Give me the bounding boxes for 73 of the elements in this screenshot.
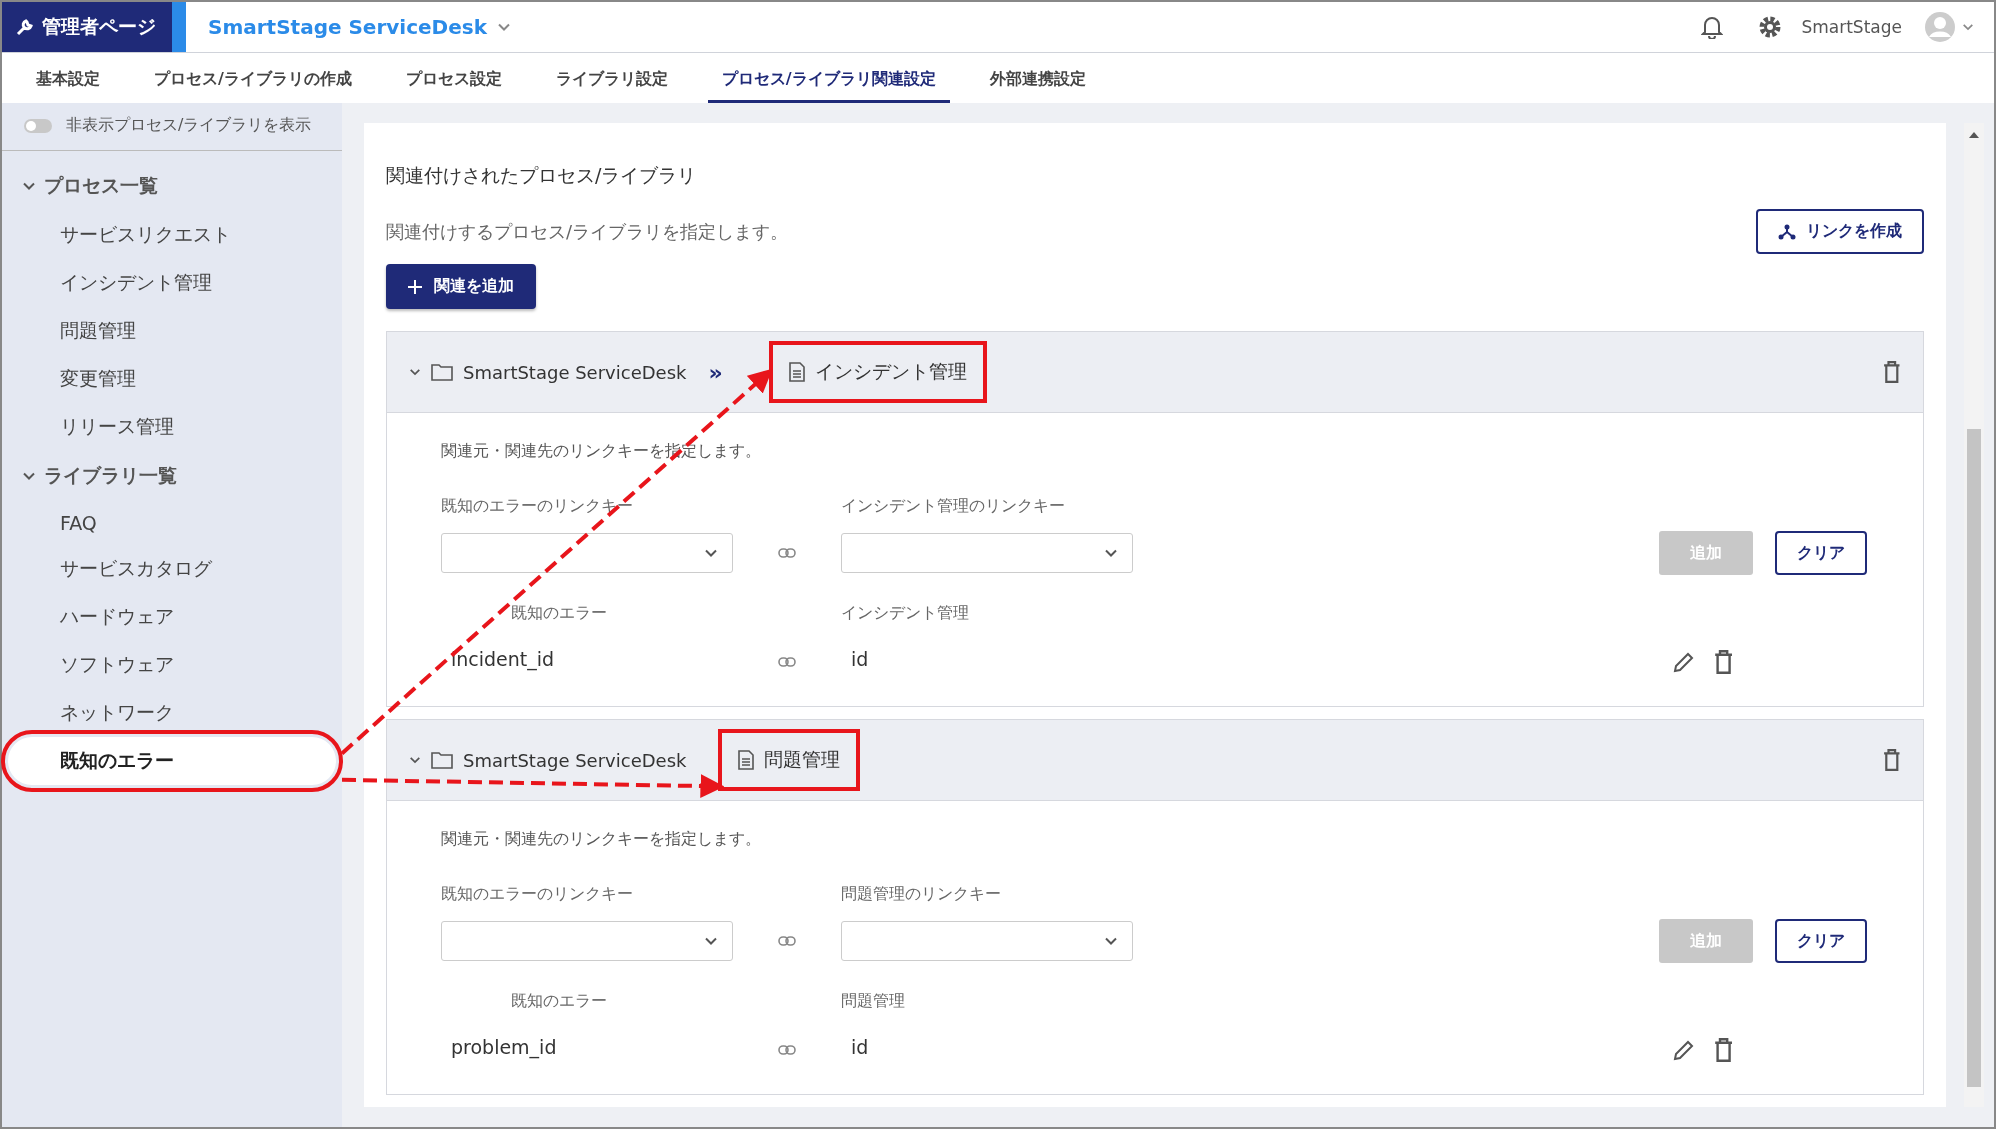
toggle-label: 非表示プロセス/ライブラリを表示 xyxy=(66,115,312,136)
target-name: 問題管理 xyxy=(722,733,857,787)
bell-icon[interactable] xyxy=(1701,15,1724,39)
sidebar-item[interactable]: FAQ xyxy=(8,501,336,545)
chain-link-icon xyxy=(778,936,796,946)
trash-icon[interactable] xyxy=(1713,650,1733,674)
field-label: インシデント管理のリンクキー xyxy=(841,496,1066,517)
field-label: 問題管理のリンクキー xyxy=(841,884,1002,905)
column-label: 問題管理 xyxy=(841,991,906,1012)
branch-icon xyxy=(1778,222,1796,241)
relation-note: 関連元・関連先のリンクキーを指定します。 xyxy=(441,829,762,850)
collapse-toggle[interactable] xyxy=(409,366,421,378)
accent-strip xyxy=(172,2,186,52)
clear-button[interactable]: クリア xyxy=(1775,531,1867,575)
chevron-down-icon xyxy=(409,754,421,766)
trash-icon[interactable] xyxy=(1883,361,1901,383)
sidebar-item[interactable]: インシデント管理 xyxy=(8,259,336,307)
link-key-value: id xyxy=(850,647,870,672)
separator: » xyxy=(708,359,723,385)
source-name: SmartStage ServiceDesk xyxy=(463,361,687,383)
settings-tab[interactable]: 基本設定 xyxy=(22,69,114,103)
app-title-dropdown[interactable]: SmartStage ServiceDesk xyxy=(208,15,511,39)
admin-page-label[interactable]: 管理者ページ xyxy=(2,2,172,52)
folder-icon xyxy=(431,751,453,769)
scroll-bar[interactable] xyxy=(1964,123,1984,1107)
sidebar-item[interactable]: ソフトウェア xyxy=(8,641,336,689)
trash-icon[interactable] xyxy=(1713,1038,1733,1062)
sidebar-item[interactable]: 問題管理 xyxy=(8,307,336,355)
settings-tab[interactable]: ライブラリ設定 xyxy=(541,69,682,103)
document-icon xyxy=(788,362,805,382)
document-icon xyxy=(738,750,755,770)
group-header[interactable]: プロセス一覧 xyxy=(2,161,342,211)
settings-tab[interactable]: プロセス/ライブラリの作成 xyxy=(140,69,366,103)
link-key-value: problem_id xyxy=(450,1035,558,1061)
group-header[interactable]: ライブラリ一覧 xyxy=(2,451,342,501)
sidebar-item[interactable]: 変更管理 xyxy=(8,355,336,403)
sidebar-item[interactable]: ネットワーク xyxy=(8,689,336,737)
wrench-icon xyxy=(16,18,34,36)
chain-link-icon xyxy=(778,1045,796,1055)
settings-tab[interactable]: プロセス/ライブラリ関連設定 xyxy=(707,69,950,103)
plus-icon xyxy=(408,279,422,294)
trash-icon[interactable] xyxy=(1883,749,1901,771)
sidebar-item[interactable]: サービスリクエスト xyxy=(8,211,336,259)
chevron-down-icon xyxy=(409,366,421,378)
field-label: 既知のエラーのリンクキー xyxy=(441,884,634,905)
chain-link-icon xyxy=(778,548,796,558)
sidebar-item[interactable]: リリース管理 xyxy=(8,403,336,451)
chain-link-icon xyxy=(778,657,796,667)
sidebar-item[interactable]: ハードウェア xyxy=(8,593,336,641)
column-label: 既知のエラー xyxy=(510,991,608,1012)
sidebar-item[interactable]: サービスカタログ xyxy=(8,545,336,593)
chevron-down-icon xyxy=(1962,21,1974,33)
section-title: 関連付けされたプロセス/ライブラリ xyxy=(386,163,698,188)
section-description: 関連付けするプロセス/ライブラリを指定します。 xyxy=(386,219,789,244)
column-label: 既知のエラー xyxy=(510,603,608,624)
add-relation-button[interactable]: 関連を追加 xyxy=(386,264,536,309)
settings-tab[interactable]: 外部連携設定 xyxy=(975,69,1100,103)
link-key-value: id xyxy=(850,1035,870,1060)
create-link-button[interactable]: リンクを作成 xyxy=(1756,209,1924,254)
target-name: インシデント管理 xyxy=(772,345,983,399)
settings-tab[interactable]: プロセス設定 xyxy=(391,69,516,103)
column-label: インシデント管理 xyxy=(841,603,970,624)
clear-button[interactable]: クリア xyxy=(1775,919,1867,963)
field-label: 既知のエラーのリンクキー xyxy=(441,496,634,517)
user-name: SmartStage xyxy=(1801,17,1902,37)
scroll-up-icon[interactable] xyxy=(1969,131,1979,139)
pencil-icon[interactable] xyxy=(1671,650,1696,674)
source-name: SmartStage ServiceDesk xyxy=(463,749,687,771)
link-key-value: incident_id xyxy=(450,647,556,673)
toggle-switch[interactable] xyxy=(24,118,52,133)
pencil-icon[interactable] xyxy=(1671,1038,1696,1062)
collapse-toggle[interactable] xyxy=(409,754,421,766)
folder-icon xyxy=(431,363,453,381)
